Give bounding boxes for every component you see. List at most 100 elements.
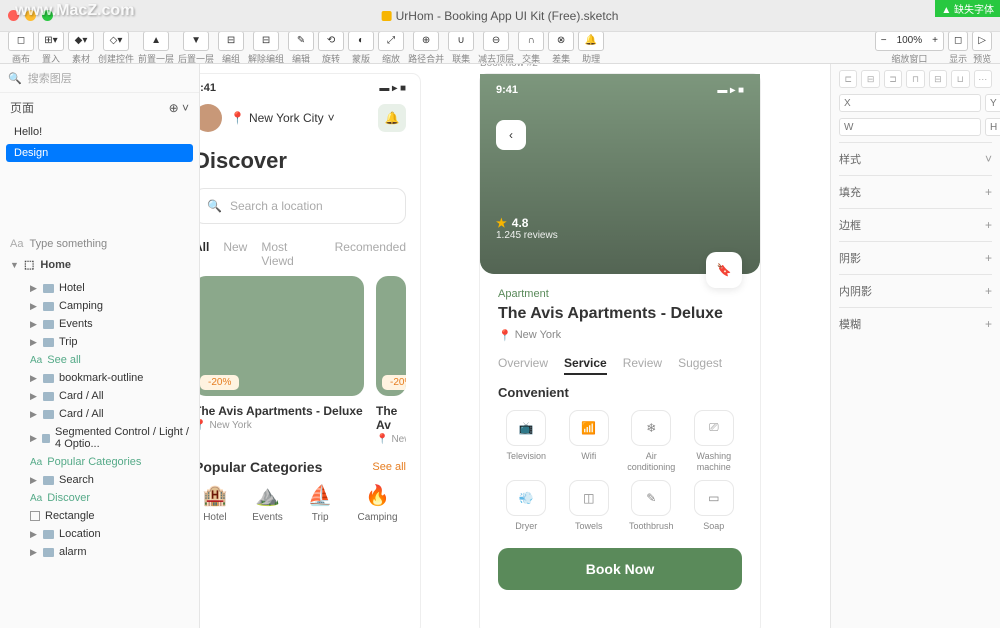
location-selector[interactable]: 📍 New York City ˅ <box>230 111 335 125</box>
type-something-row[interactable]: AaType something <box>0 234 199 254</box>
h-field[interactable] <box>985 118 1000 136</box>
zoom-in-button[interactable]: + <box>927 35 943 46</box>
align-top-button[interactable]: ⊓ <box>906 70 924 88</box>
book-now-button[interactable]: Book Now <box>498 548 742 590</box>
view-button[interactable]: ◻ <box>948 31 968 51</box>
x-field[interactable] <box>839 94 981 112</box>
layer-item[interactable]: ▶alarm <box>0 543 199 561</box>
toolbar-编辑[interactable]: ✎编辑 <box>288 31 314 65</box>
toolbar-解除编组[interactable]: ⊟解除编组 <box>248 31 284 65</box>
category-hotel[interactable]: 🏨Hotel <box>202 483 227 523</box>
layer-item[interactable]: ▶Events <box>0 315 199 333</box>
listing-card[interactable]: -20% The Avis Apartments - Deluxe 📍New Y… <box>200 276 364 445</box>
search-input[interactable]: 🔍 Search a location <box>200 188 406 224</box>
sketch-icon <box>382 11 392 21</box>
card-location: 📍New... <box>376 434 406 445</box>
inspector-阴影[interactable]: 阴影+ <box>839 241 992 274</box>
font-warning-badge[interactable]: ▲ 缺失字体 <box>935 0 1000 17</box>
toolbar-交集[interactable]: ∩交集 <box>518 31 544 65</box>
style-section[interactable]: 样式˅ <box>839 142 992 175</box>
notification-button[interactable]: 🔔 <box>378 104 406 132</box>
layer-item[interactable]: Rectangle <box>0 507 199 525</box>
layer-item[interactable]: AaDiscover <box>0 489 199 507</box>
layer-item[interactable]: AaPopular Categories <box>0 453 199 471</box>
toolbar-缩放[interactable]: ⤢缩放 <box>378 31 404 65</box>
status-icons: ▬ ▸ ■ <box>717 84 744 96</box>
tab-most viewd[interactable]: Most Viewd <box>261 240 320 268</box>
zoom-out-button[interactable]: − <box>876 35 892 46</box>
search-layers-input[interactable]: 🔍 搜索图层 <box>0 64 199 93</box>
y-field[interactable] <box>985 94 1000 112</box>
preview-button[interactable]: ▷ <box>972 31 992 51</box>
amenity-dryer: 💨Dryer <box>498 480 555 532</box>
toolbar-减去顶层[interactable]: ⊖减去顶层 <box>478 31 514 65</box>
category-events[interactable]: ⛰️Events <box>252 483 283 523</box>
canvas[interactable]: 9:41 ▬ ▸ ■ 📍 New York City ˅ 🔔 Discover … <box>200 64 830 628</box>
inspector-边框[interactable]: 边框+ <box>839 208 992 241</box>
add-page-icon[interactable]: ⊕ ˅ <box>169 101 189 115</box>
w-field[interactable] <box>839 118 981 136</box>
tab-new[interactable]: New <box>223 240 247 268</box>
page-item[interactable]: Hello! <box>0 122 199 142</box>
pin-icon: 📍 <box>200 420 206 431</box>
category-trip[interactable]: ⛵Trip <box>308 483 333 523</box>
toolbar-画布[interactable]: ◻画布 <box>8 31 34 65</box>
tab-review[interactable]: Review <box>623 356 662 375</box>
align-right-button[interactable]: ⊐ <box>884 70 902 88</box>
category-camping[interactable]: 🔥Camping <box>358 483 398 523</box>
inspector-内阴影[interactable]: 内阴影+ <box>839 274 992 307</box>
layer-item[interactable]: ▶Location <box>0 525 199 543</box>
align-center-button[interactable]: ⊟ <box>861 70 879 88</box>
inspector-填充[interactable]: 填充+ <box>839 175 992 208</box>
toolbar-素材[interactable]: ◆▾素材 <box>68 31 94 65</box>
layer-item[interactable]: ▶Search <box>0 471 199 489</box>
tab-recomended[interactable]: Recomended <box>335 240 406 268</box>
amenity-television: 📺Television <box>498 410 555 473</box>
tab-suggest[interactable]: Suggest <box>678 356 722 375</box>
group-header[interactable]: ▼⬚Home <box>0 254 199 275</box>
tab-overview[interactable]: Overview <box>498 356 548 375</box>
bookmark-button[interactable]: 🔖 <box>706 252 742 288</box>
artboard-discover[interactable]: 9:41 ▬ ▸ ■ 📍 New York City ˅ 🔔 Discover … <box>200 74 420 628</box>
layer-item[interactable]: ▶Segmented Control / Light / 4 Optio... <box>0 423 199 453</box>
toolbar-联集[interactable]: ∪联集 <box>448 31 474 65</box>
zoom-control[interactable]: −100%+ 缩放窗口 <box>875 31 944 65</box>
inspector-模糊[interactable]: 模糊+ <box>839 307 992 340</box>
layer-item[interactable]: ▶Camping <box>0 297 199 315</box>
tab-all[interactable]: All <box>200 240 209 268</box>
layer-item[interactable]: AaSee all <box>0 351 199 369</box>
toolbar-蒙版[interactable]: ◐蒙版 <box>348 31 374 65</box>
listing-card[interactable]: -20% The Av 📍New... <box>376 276 406 445</box>
see-all-link[interactable]: See all <box>372 461 406 473</box>
avatar[interactable] <box>200 104 222 132</box>
distribute-button[interactable]: ⋯ <box>974 70 992 88</box>
toolbar-前置一层[interactable]: ▲前置一层 <box>138 31 174 65</box>
toolbar-label: 缩放窗口 <box>891 52 927 65</box>
back-button[interactable]: ‹ <box>496 120 526 150</box>
amenity-toothbrush: ✎Toothbrush <box>623 480 680 532</box>
toolbar-创建控件[interactable]: ◇▾创建控件 <box>98 31 134 65</box>
toolbar-后置一层[interactable]: ▼后置一层 <box>178 31 214 65</box>
toolbar-编组[interactable]: ⊟编组 <box>218 31 244 65</box>
layer-item[interactable]: ▶Trip <box>0 333 199 351</box>
page-item[interactable]: Design <box>6 144 193 162</box>
toolbar-差集[interactable]: ⊗差集 <box>548 31 574 65</box>
align-left-button[interactable]: ⊏ <box>839 70 857 88</box>
align-middle-button[interactable]: ⊟ <box>929 70 947 88</box>
status-time: 9:41 <box>496 84 518 96</box>
toolbar-旋转[interactable]: ⟲旋转 <box>318 31 344 65</box>
layer-item[interactable]: ▶Card / All <box>0 405 199 423</box>
layer-item[interactable]: ▶Card / All <box>0 387 199 405</box>
layer-item[interactable]: ▶Hotel <box>0 279 199 297</box>
toolbar-助理[interactable]: 🔔助理 <box>578 31 604 65</box>
tab-service[interactable]: Service <box>564 356 607 375</box>
artboard-booknow[interactable]: Book now #2 9:41 ▬ ▸ ■ ‹ ★4.8 1.245 revi… <box>480 74 760 628</box>
page-title: Discover <box>200 138 420 180</box>
toolbar-路径合并[interactable]: ⊕路径合并 <box>408 31 444 65</box>
section-title: Convenient <box>498 385 742 400</box>
align-bottom-button[interactable]: ⊔ <box>951 70 969 88</box>
amenity-wifi: 📶Wifi <box>561 410 618 473</box>
toolbar-置入[interactable]: ⊞▾置入 <box>38 31 64 65</box>
layer-item[interactable]: ▶bookmark-outline <box>0 369 199 387</box>
search-placeholder: Search a location <box>230 199 323 213</box>
